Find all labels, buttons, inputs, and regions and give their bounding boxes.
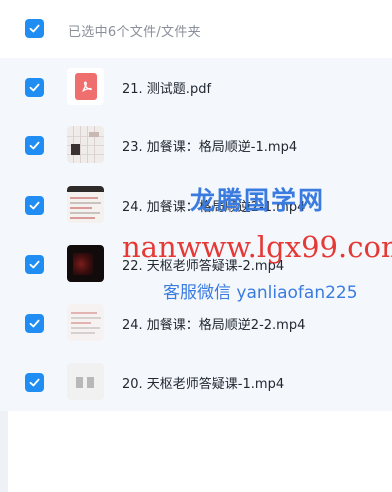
pdf-icon	[74, 73, 97, 100]
empty-area	[0, 411, 392, 492]
file-row[interactable]: 21. 测试题.pdf	[0, 58, 392, 116]
file-row[interactable]: 23. 加餐课：格局顺逆-1.mp4	[0, 116, 392, 174]
checkmark-icon	[29, 319, 40, 328]
file-name: 21. 测试题.pdf	[122, 82, 212, 97]
file-checkbox[interactable]	[25, 373, 44, 392]
select-all-checkbox[interactable]	[25, 19, 44, 38]
file-row[interactable]: 22. 天枢老师答疑课-2.mp4	[0, 235, 392, 293]
file-checkbox[interactable]	[25, 136, 44, 155]
checkmark-icon	[29, 141, 40, 150]
file-checkbox[interactable]	[25, 196, 44, 215]
checkmark-icon	[29, 260, 40, 269]
file-list: 21. 测试题.pdf 23. 加餐课：格局顺逆-1.mp4 24. 加餐课：格…	[0, 58, 392, 411]
file-checkbox[interactable]	[25, 255, 44, 274]
file-checkbox[interactable]	[25, 78, 44, 97]
video-thumbnail	[67, 126, 104, 163]
video-thumbnail	[67, 245, 104, 282]
checkmark-icon	[29, 24, 40, 33]
checkmark-icon	[29, 83, 40, 92]
file-selection-screen: 已选中6个文件/文件夹 21. 测试题.pdf 23. 加餐课：格局顺逆-1.m…	[0, 0, 392, 492]
file-name: 24. 加餐课：格局顺逆2-2.mp4	[122, 318, 306, 333]
file-row[interactable]: 20. 天枢老师答疑课-1.mp4	[0, 353, 392, 411]
divider	[0, 411, 8, 492]
video-thumbnail	[67, 304, 104, 341]
pdf-file-icon	[67, 68, 104, 105]
selection-count-title: 已选中6个文件/文件夹	[68, 25, 201, 40]
file-name: 23. 加餐课：格局顺逆-1.mp4	[122, 140, 298, 155]
file-row[interactable]: 24. 加餐课：格局顺逆2-1.mp4	[0, 176, 392, 234]
file-checkbox[interactable]	[25, 314, 44, 333]
checkmark-icon	[29, 378, 40, 387]
checkmark-icon	[29, 201, 40, 210]
file-name: 20. 天枢老师答疑课-1.mp4	[122, 377, 285, 392]
file-name: 24. 加餐课：格局顺逆2-1.mp4	[122, 200, 306, 215]
video-thumbnail	[67, 186, 104, 223]
file-name: 22. 天枢老师答疑课-2.mp4	[122, 259, 285, 274]
selection-header: 已选中6个文件/文件夹	[0, 0, 392, 58]
file-row[interactable]: 24. 加餐课：格局顺逆2-2.mp4	[0, 294, 392, 352]
video-thumbnail	[67, 363, 104, 400]
